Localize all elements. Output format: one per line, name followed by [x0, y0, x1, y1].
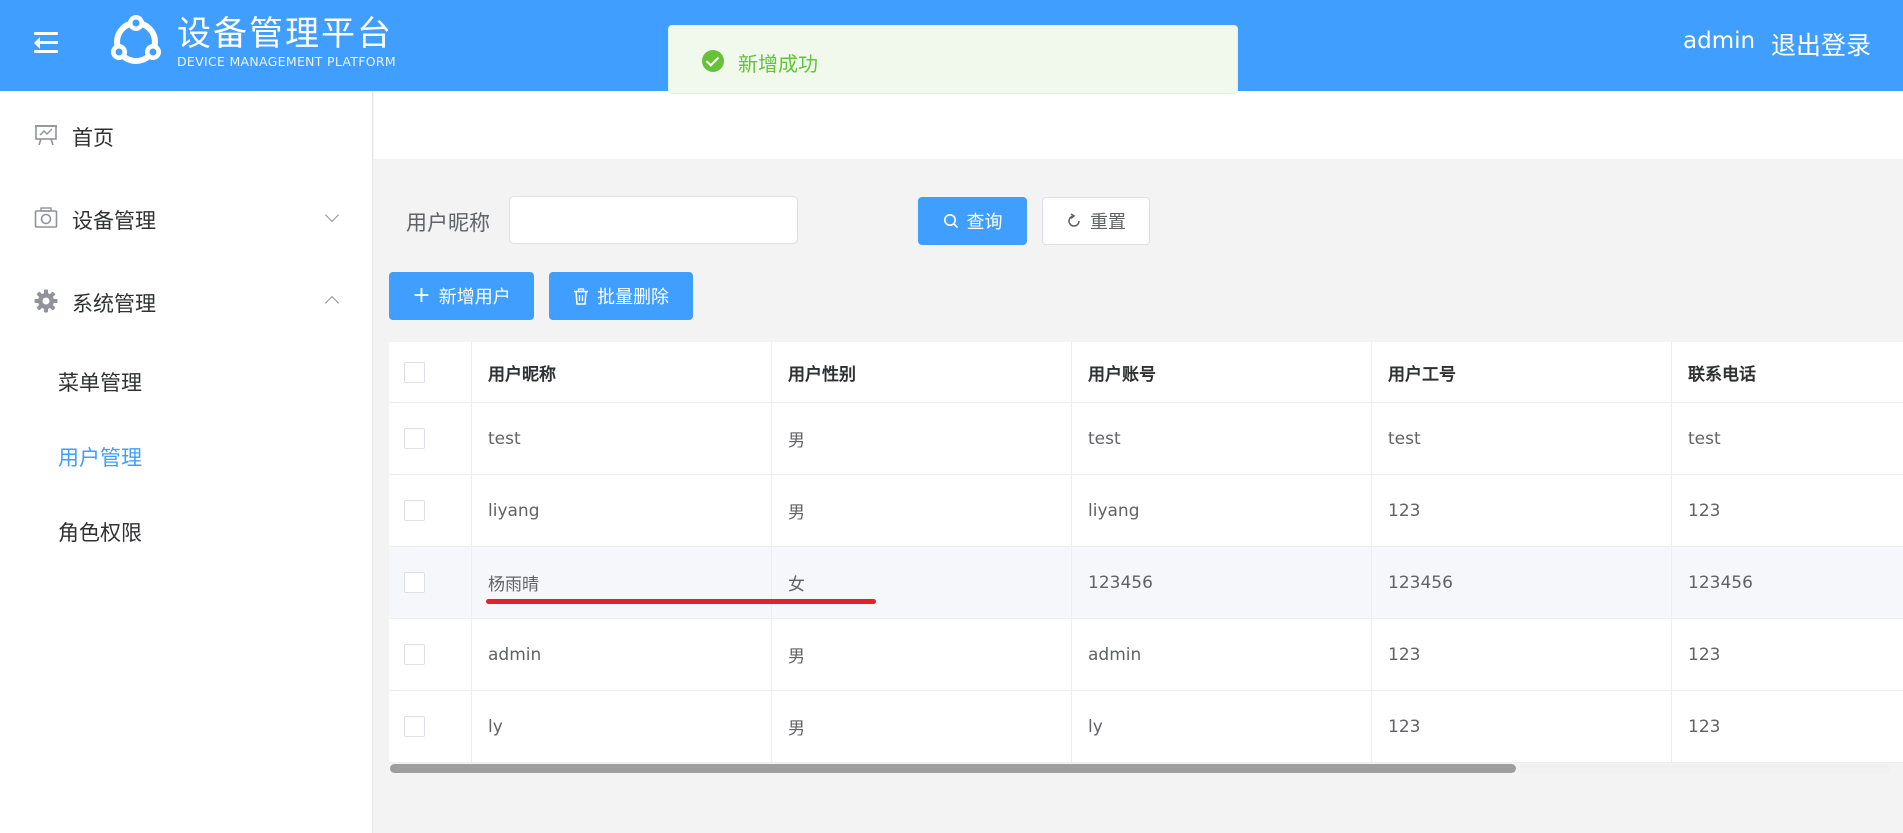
table-cell: test: [1372, 403, 1672, 474]
row-checkbox[interactable]: [404, 572, 425, 593]
row-checkbox[interactable]: [404, 644, 425, 665]
red-underline-annotation: [486, 599, 876, 604]
sidebar-item-label: 设备管理: [72, 209, 156, 233]
logout-link[interactable]: 退出登录: [1771, 26, 1871, 62]
table-cell: 123456: [1688, 572, 1753, 593]
nickname-search-input[interactable]: [509, 196, 798, 244]
reset-button-label: 重置: [1090, 212, 1126, 233]
sidebar-item-system-management[interactable]: 系统管理: [0, 271, 372, 331]
table-cell: 123: [1372, 619, 1672, 690]
sidebar-item-role-permissions[interactable]: 角色权限: [0, 500, 372, 560]
check-circle-icon: [702, 50, 724, 72]
add-user-button-label: 新增用户: [438, 287, 511, 308]
table-cell: test: [472, 403, 772, 474]
row-checkbox[interactable]: [404, 428, 425, 449]
sidebar-item-user-management[interactable]: 用户管理: [0, 425, 372, 485]
table-header-row: 用户昵称 用户性别 用户账号 用户工号 联系电话: [389, 342, 1903, 403]
table-cell: test: [1072, 403, 1372, 474]
table-row[interactable]: ly 男 ly 123 123: [389, 691, 1903, 763]
sidebar-item-label: 首页: [72, 126, 114, 150]
column-header: 用户昵称: [472, 342, 772, 402]
select-all-checkbox[interactable]: [404, 361, 425, 383]
query-button-label: 查询: [966, 212, 1003, 233]
success-toast: 新增成功: [668, 25, 1238, 94]
table-cell: 男: [772, 475, 1072, 546]
sidebar: 首页 设备管理 系统管理 菜单管理 用户管理 角色权限: [0, 91, 373, 833]
gear-icon: [34, 289, 58, 313]
table-horizontal-scrollbar[interactable]: [390, 764, 1890, 773]
table-row[interactable]: liyang 男 liyang 123 123: [389, 475, 1903, 547]
logo-icon: [111, 15, 161, 64]
column-header: 用户工号: [1372, 342, 1672, 402]
chevron-down-icon: [324, 207, 340, 223]
sidebar-item-home[interactable]: 首页: [0, 105, 372, 165]
sidebar-item-menu-management[interactable]: 菜单管理: [0, 350, 372, 410]
table-cell: 123: [1372, 691, 1672, 762]
query-button[interactable]: 查询: [918, 197, 1027, 245]
reset-button[interactable]: 重置: [1042, 197, 1150, 245]
camera-icon: [34, 207, 58, 228]
table-cell: 杨雨晴: [472, 547, 772, 618]
row-checkbox[interactable]: [404, 716, 425, 737]
sidebar-item-label: 系统管理: [72, 292, 156, 316]
table-cell: 女: [772, 547, 1072, 618]
table-cell: ly: [472, 691, 772, 762]
batch-delete-button[interactable]: 批量删除: [549, 272, 693, 320]
column-header: 联系电话: [1688, 364, 1756, 385]
table-cell: liyang: [1072, 475, 1372, 546]
table-cell: 男: [772, 619, 1072, 690]
select-all-cell: [389, 342, 472, 402]
current-user: admin: [1683, 28, 1756, 54]
add-user-button[interactable]: + 新增用户: [389, 272, 534, 320]
user-table: 用户昵称 用户性别 用户账号 用户工号 联系电话 test 男 test tes…: [389, 342, 1903, 763]
sidebar-item-label: 角色权限: [58, 521, 142, 545]
table-cell: test: [1688, 428, 1721, 449]
table-cell: liyang: [472, 475, 772, 546]
main-top-bar: [374, 91, 1903, 159]
row-select-cell: [389, 403, 472, 474]
scrollbar-thumb[interactable]: [390, 764, 1516, 773]
table-cell: 123456: [1072, 547, 1372, 618]
batch-delete-button-label: 批量删除: [597, 287, 669, 308]
table-cell: admin: [472, 619, 772, 690]
chevron-up-icon: [324, 295, 340, 311]
menu-collapse-icon[interactable]: [30, 30, 62, 56]
table-cell: admin: [1072, 619, 1372, 690]
row-select-cell: [389, 619, 472, 690]
table-cell: 123456: [1372, 547, 1672, 618]
row-select-cell: [389, 475, 472, 546]
brand-title: 设备管理平台: [177, 14, 393, 54]
column-header: 用户账号: [1072, 342, 1372, 402]
presentation-board-icon: [35, 125, 57, 146]
table-cell: 123: [1688, 500, 1721, 521]
sidebar-item-device-management[interactable]: 设备管理: [0, 188, 372, 248]
table-row[interactable]: admin 男 admin 123 123: [389, 619, 1903, 691]
table-cell: 男: [772, 691, 1072, 762]
toast-message: 新增成功: [738, 52, 818, 76]
table-row[interactable]: 杨雨晴 女 123456 123456 123456: [389, 547, 1903, 619]
table-cell: 123: [1688, 644, 1721, 665]
refresh-icon: [1068, 213, 1080, 227]
table-cell: 123: [1372, 475, 1672, 546]
search-label: 用户昵称: [406, 211, 490, 235]
brand-subtitle: DEVICE MANAGEMENT PLATFORM: [177, 54, 396, 69]
table-row[interactable]: test 男 test test test: [389, 403, 1903, 475]
row-select-cell: [389, 547, 472, 618]
column-header: 用户性别: [772, 342, 1072, 402]
search-icon: [943, 214, 958, 229]
plus-icon: +: [412, 283, 431, 308]
sidebar-item-label: 菜单管理: [58, 371, 142, 395]
table-cell: ly: [1072, 691, 1372, 762]
table-cell: 男: [772, 403, 1072, 474]
sidebar-item-label: 用户管理: [58, 446, 142, 470]
trash-icon: [574, 287, 588, 305]
table-cell: 123: [1688, 716, 1721, 737]
row-checkbox[interactable]: [404, 500, 425, 521]
row-select-cell: [389, 691, 472, 762]
